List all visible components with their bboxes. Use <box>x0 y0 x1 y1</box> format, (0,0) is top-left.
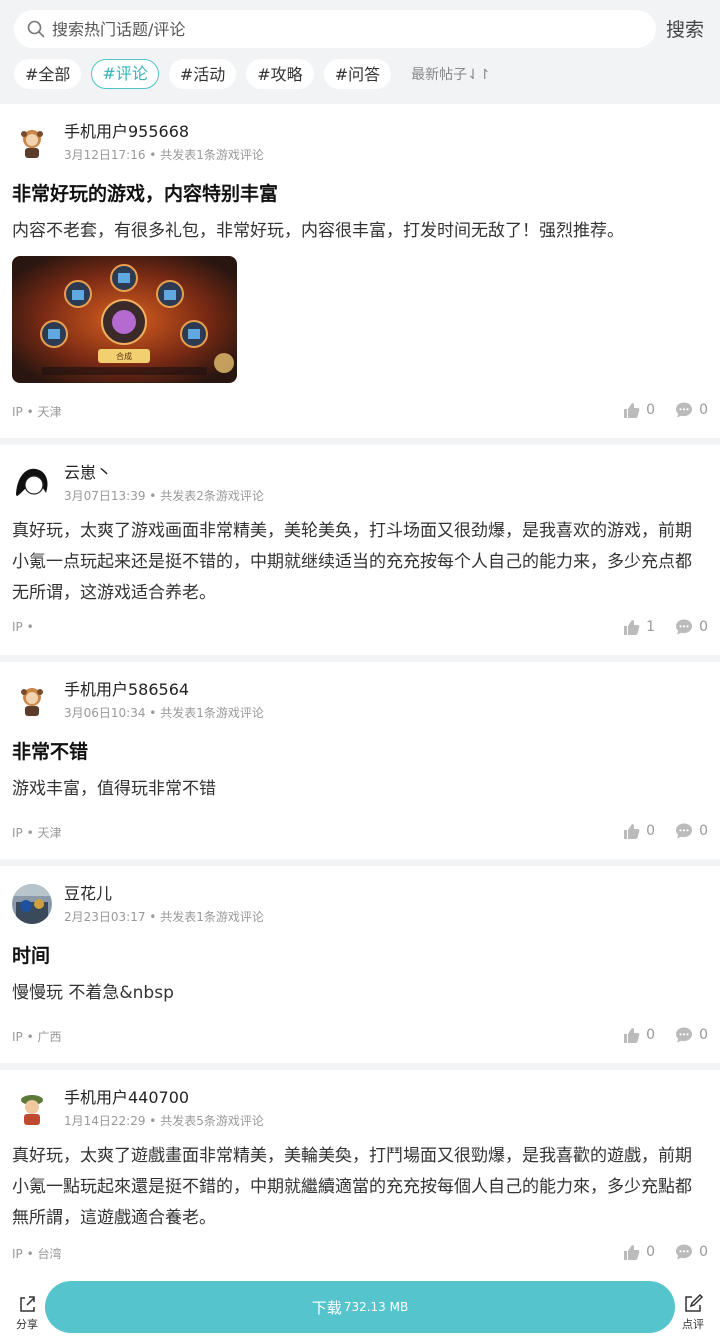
download-size: 732.13 MB <box>343 1300 409 1314</box>
tag-bar: #全部 #评论 #活动 #攻略 #问答 最新帖子⇃↾ <box>14 58 491 90</box>
post-actions: 0 0 <box>602 1026 708 1044</box>
comment-button[interactable]: 0 <box>675 1026 708 1044</box>
edit-icon <box>685 1294 703 1312</box>
comment-button[interactable]: 0 <box>675 822 708 840</box>
like-count: 1 <box>646 619 656 635</box>
thumb-label: 合成 <box>116 351 132 361</box>
avatar[interactable] <box>12 884 52 924</box>
post-body: 真好玩，太爽了遊戲畫面非常精美，美輪美奐，打鬥場面又很勁爆，是我喜歡的遊戲，前期… <box>12 1146 692 1228</box>
like-button[interactable]: 0 <box>622 822 655 840</box>
comment-count: 0 <box>699 402 708 418</box>
tag-qa[interactable]: #问答 <box>323 59 392 89</box>
download-label: 下载 <box>311 1298 342 1317</box>
post-actions: 0 0 <box>602 822 708 840</box>
username[interactable]: 手机用户955668 <box>64 118 189 142</box>
like-icon <box>624 403 640 418</box>
username[interactable]: 手机用户440700 <box>64 1084 189 1108</box>
ip-location: IP • 广西 <box>12 1030 62 1044</box>
like-icon <box>624 620 640 635</box>
post-actions: 0 0 <box>602 1243 708 1261</box>
avatar[interactable] <box>12 463 52 503</box>
post-meta: 3月07日13:39 • 共发表2条游戏评论 <box>64 489 264 503</box>
tag-activity[interactable]: #活动 <box>168 59 237 89</box>
search-button[interactable]: 搜索 <box>666 15 704 42</box>
ip-location: IP • <box>12 620 34 634</box>
search-input[interactable] <box>52 19 612 39</box>
avatar[interactable] <box>12 122 52 162</box>
comment-count: 0 <box>699 823 708 839</box>
like-button[interactable]: 0 <box>622 1243 655 1261</box>
post-item[interactable]: 豆花儿 2月23日03:17 • 共发表1条游戏评论 时间 慢慢玩 不着急&nb… <box>0 866 720 1070</box>
like-icon <box>624 1245 640 1260</box>
comment-button[interactable]: 0 <box>675 1243 708 1261</box>
review-button[interactable]: 点评 <box>678 1294 708 1332</box>
post-body: 慢慢玩 不着急&nbsp <box>12 983 174 1003</box>
like-count: 0 <box>646 1244 656 1260</box>
tag-all[interactable]: #全部 <box>14 59 82 89</box>
search-icon <box>27 20 45 38</box>
comment-icon <box>676 1244 693 1260</box>
ip-location: IP • 天津 <box>12 405 62 419</box>
post-body: 内容不老套，有很多礼包，非常好玩，内容很丰富，打发时间无敌了！强烈推荐。 <box>12 221 624 241</box>
post-item[interactable]: 手机用户586564 3月06日10:34 • 共发表1条游戏评论 非常不错 游… <box>0 662 720 866</box>
like-icon <box>624 1028 640 1043</box>
avatar[interactable] <box>12 1088 52 1128</box>
download-button[interactable]: 下载 732.13 MB <box>45 1281 675 1333</box>
tag-guide[interactable]: #攻略 <box>246 59 314 89</box>
post-body: 真好玩，太爽了游戏画面非常精美，美轮美奂，打斗场面又很劲爆，是我喜欢的游戏，前期… <box>12 521 692 603</box>
comment-icon <box>676 619 693 635</box>
post-title: 非常不错 <box>12 741 89 763</box>
comment-icon <box>676 1027 693 1043</box>
post-feed: 手机用户955668 3月12日17:16 • 共发表1条游戏评论 非常好玩的游… <box>0 104 720 1290</box>
header: 搜索 #全部 #评论 #活动 #攻略 #问答 最新帖子⇃↾ <box>0 0 720 104</box>
username[interactable]: 豆花儿 <box>64 880 112 904</box>
post-meta: 1月14日22:29 • 共发表5条游戏评论 <box>64 1114 264 1128</box>
post-item[interactable]: 云崽丶 3月07日13:39 • 共发表2条游戏评论 真好玩，太爽了游戏画面非常… <box>0 445 720 662</box>
comment-icon <box>676 823 693 839</box>
comment-icon <box>676 402 693 418</box>
avatar[interactable] <box>12 680 52 720</box>
ip-location: IP • 天津 <box>12 826 62 840</box>
comment-count: 0 <box>699 619 708 635</box>
post-title: 非常好玩的游戏，内容特别丰富 <box>12 183 279 205</box>
post-meta: 2月23日03:17 • 共发表1条游戏评论 <box>64 910 264 924</box>
like-button[interactable]: 0 <box>622 401 655 419</box>
like-button[interactable]: 0 <box>622 1026 655 1044</box>
like-count: 0 <box>646 823 656 839</box>
comment-button[interactable]: 0 <box>675 618 708 636</box>
like-count: 0 <box>646 1027 656 1043</box>
share-button[interactable]: 分享 <box>12 1294 42 1332</box>
share-icon <box>20 1296 35 1312</box>
post-body: 游戏丰富，值得玩非常不错 <box>12 779 216 799</box>
share-label: 分享 <box>16 1318 38 1331</box>
post-item[interactable]: 手机用户955668 3月12日17:16 • 共发表1条游戏评论 非常好玩的游… <box>0 104 720 445</box>
tag-review[interactable]: #评论 <box>91 59 159 89</box>
post-image[interactable]: 合成 <box>12 256 237 383</box>
comment-count: 0 <box>699 1244 708 1260</box>
username[interactable]: 云崽丶 <box>64 459 112 483</box>
comment-button[interactable]: 0 <box>675 401 708 419</box>
like-count: 0 <box>646 402 656 418</box>
post-title: 时间 <box>12 945 51 967</box>
username[interactable]: 手机用户586564 <box>64 676 189 700</box>
sort-dropdown[interactable]: 最新帖子⇃↾ <box>411 64 490 84</box>
ip-location: IP • 台湾 <box>12 1247 62 1261</box>
post-meta: 3月12日17:16 • 共发表1条游戏评论 <box>64 148 264 162</box>
post-actions: 0 0 <box>602 401 708 419</box>
like-button[interactable]: 1 <box>622 618 655 636</box>
like-icon <box>624 824 640 839</box>
search-box[interactable] <box>14 10 656 48</box>
post-meta: 3月06日10:34 • 共发表1条游戏评论 <box>64 706 264 720</box>
comment-count: 0 <box>699 1027 708 1043</box>
bottom-bar: 分享 下载 732.13 MB 点评 <box>0 1278 720 1339</box>
post-item[interactable]: 手机用户440700 1月14日22:29 • 共发表5条游戏评论 真好玩，太爽… <box>0 1070 720 1290</box>
post-actions: 1 0 <box>602 618 708 636</box>
review-label: 点评 <box>682 1318 704 1331</box>
